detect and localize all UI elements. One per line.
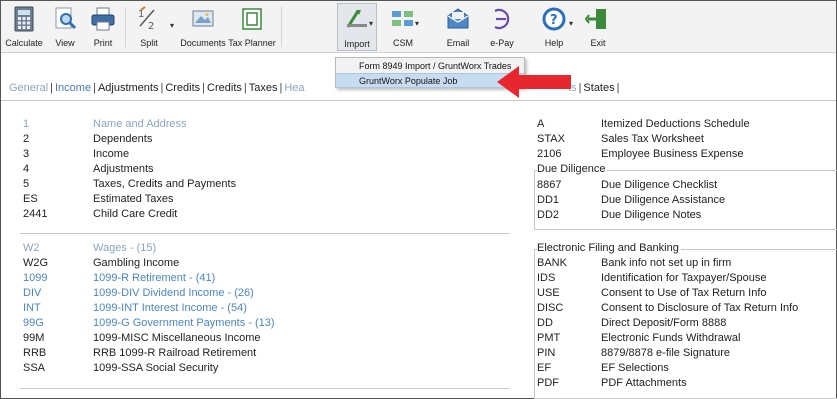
tab-taxes[interactable]: Taxes (247, 82, 280, 94)
main-toolbar: Calculate View Print 1 2 Split ▾ Documen… (1, 1, 836, 53)
svg-text:1: 1 (138, 9, 144, 20)
csm-icon (392, 11, 413, 26)
tab-income[interactable]: Income (53, 82, 93, 94)
red-arrow-icon (497, 66, 571, 98)
csm-dropdown-caret[interactable]: ▾ (415, 19, 419, 28)
due-diligence-title: Due Diligence (537, 163, 608, 175)
svg-text:2: 2 (148, 21, 154, 32)
toolbar-separator (281, 7, 282, 47)
tab-health[interactable]: Hea (282, 82, 306, 94)
help-dropdown-caret[interactable]: ▾ (569, 19, 573, 28)
section-divider (20, 233, 510, 234)
email-button[interactable]: Email (441, 3, 475, 51)
epay-icon (494, 8, 510, 30)
calculate-button[interactable]: Calculate (5, 3, 43, 51)
printer-icon (91, 7, 115, 31)
epay-button[interactable]: e-Pay (485, 3, 519, 51)
split-dropdown-caret[interactable]: ▾ (170, 21, 174, 30)
tab-general[interactable]: General (7, 82, 50, 94)
help-button[interactable]: ? Help (539, 3, 569, 51)
help-icon: ? (542, 7, 566, 31)
exit-button[interactable]: Exit (583, 3, 613, 51)
documents-icon (192, 10, 214, 27)
toolbar-separator (125, 7, 126, 47)
split-icon: 1 2 (138, 6, 155, 32)
tab-underline (1, 100, 836, 101)
form-tabs: General | Income | Adjustments | Credits | Credi… (7, 82, 306, 94)
tab-states[interactable]: States (581, 82, 616, 94)
print-button[interactable]: Print (87, 3, 119, 51)
email-icon (447, 8, 469, 29)
tab-credits-2[interactable]: Credits (205, 82, 244, 94)
tax-planner-icon (242, 8, 262, 30)
split-button[interactable]: 1 2 Split (133, 3, 165, 51)
view-button[interactable]: View (49, 3, 81, 51)
tab-credits[interactable]: Credits (163, 82, 202, 94)
section-divider (20, 388, 510, 389)
exit-icon (585, 9, 606, 29)
tax-planner-button[interactable]: Tax Planner (228, 3, 276, 51)
magnifier-icon (55, 7, 77, 30)
tab-adjustments[interactable]: Adjustments (96, 82, 161, 94)
efile-title: Electronic Filing and Banking (537, 242, 681, 254)
calculator-icon (14, 6, 34, 32)
import-icon (346, 10, 367, 28)
documents-button[interactable]: Documents (180, 3, 226, 51)
svg-text:?: ? (550, 13, 558, 28)
import-dropdown-caret[interactable]: ▾ (369, 19, 373, 28)
